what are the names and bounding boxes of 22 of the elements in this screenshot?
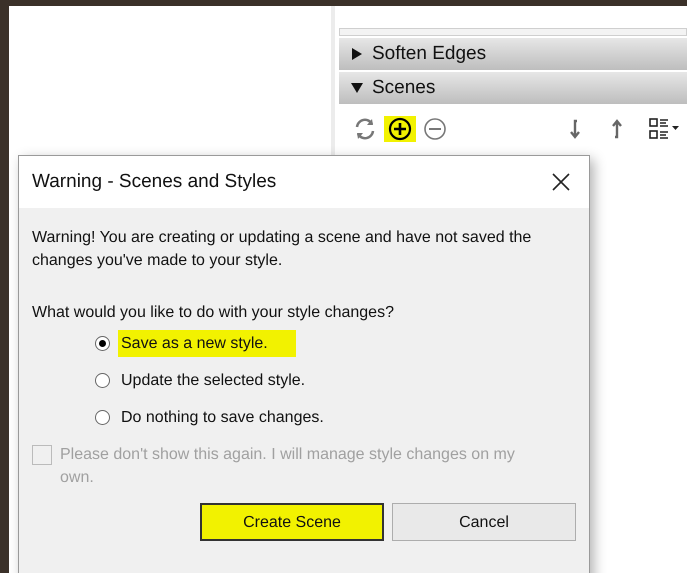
section-label: Soften Edges xyxy=(372,42,486,66)
section-label: Scenes xyxy=(372,76,436,100)
option-label[interactable]: Do nothing to save changes. xyxy=(118,406,327,429)
section-header[interactable]: Soften Edges xyxy=(339,38,687,70)
radio-button[interactable] xyxy=(95,336,110,351)
radio-button[interactable] xyxy=(95,373,110,388)
minus-circle-icon[interactable] xyxy=(422,116,448,142)
radio-button[interactable] xyxy=(95,410,110,425)
dialog-button[interactable]: Cancel xyxy=(392,503,576,541)
close-icon[interactable] xyxy=(551,172,571,192)
plus-circle-icon[interactable] xyxy=(387,116,413,142)
option-label[interactable]: Update the selected style. xyxy=(118,369,308,392)
question-text: What would you like to do with your style changes? xyxy=(32,303,395,323)
checkbox-label: Please don't show this again. I will manage style changes on my own. xyxy=(60,445,516,488)
dialog-button[interactable]: Create Scene xyxy=(200,503,384,541)
warning-message: Warning! You are creating or updating a scene and have not saved the changes you've made to your style. xyxy=(32,228,532,271)
option-label[interactable]: Save as a new style. xyxy=(118,330,296,357)
list-view-icon[interactable] xyxy=(648,116,682,142)
section-header[interactable]: Scenes xyxy=(339,72,687,104)
expanded-triangle-icon xyxy=(351,82,363,94)
collapsed-triangle-icon xyxy=(351,48,363,60)
dialog-title: Warning - Scenes and Styles xyxy=(32,170,276,194)
